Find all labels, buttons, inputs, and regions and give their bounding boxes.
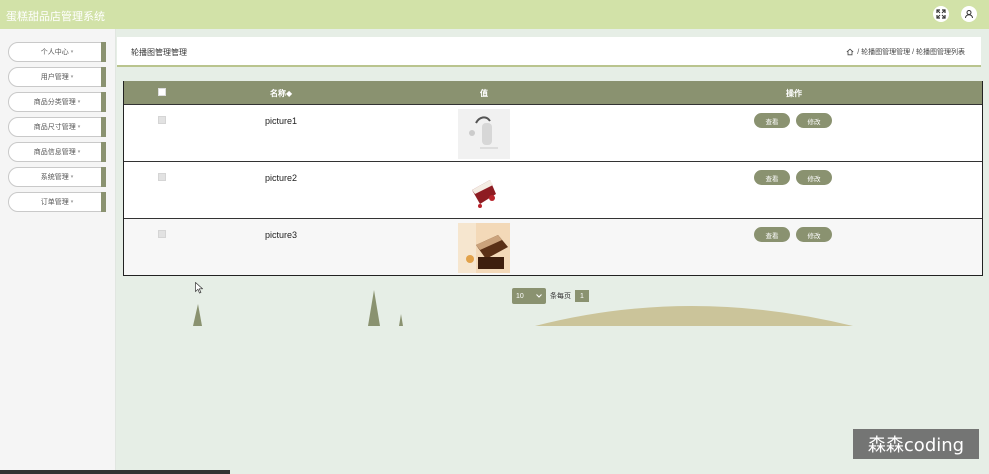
breadcrumb: / 轮播图管理管理 / 轮播图管理列表 xyxy=(846,47,965,57)
breadcrumb-level2: 轮播图管理列表 xyxy=(916,49,965,56)
app-title: 蛋糕甜品店管理系统 xyxy=(6,11,105,23)
sidebar-item-label: 商品分类管理 xyxy=(33,99,76,106)
breadcrumb-sep: / xyxy=(912,48,915,56)
page-title: 轮播图管理管理 xyxy=(131,48,187,57)
breadcrumb-sep: / xyxy=(857,48,860,56)
per-page-label: 条每页 xyxy=(550,293,571,300)
sidebar-item-system-management[interactable]: 系统管理 ▾ xyxy=(8,167,106,187)
user-icon[interactable] xyxy=(961,6,977,22)
sidebar-item-product-management[interactable]: 商品信息管理 ▾ xyxy=(8,142,106,162)
sidebar-item-category-management[interactable]: 商品分类管理 ▾ xyxy=(8,92,106,112)
row-name: picture3 xyxy=(265,230,298,240)
sidebar-item-label: 个人中心 xyxy=(40,49,69,56)
page-size-select[interactable]: 10 xyxy=(512,288,546,304)
view-button[interactable]: 查看 xyxy=(754,113,790,128)
breadcrumb-bar: 轮播图管理管理 / 轮播图管理管理 / 轮播图管理列表 xyxy=(117,37,981,67)
sidebar-item-label: 系统管理 xyxy=(40,174,69,181)
bottom-bar xyxy=(0,470,230,474)
table-row: picture1 查看 修改 xyxy=(124,104,982,161)
column-header-name[interactable]: 名称◆ xyxy=(270,88,292,99)
sidebar-item-user-management[interactable]: 用户管理 ▾ xyxy=(8,67,106,87)
edit-button[interactable]: 修改 xyxy=(796,113,832,128)
chevron-down-icon: ▾ xyxy=(77,124,81,130)
column-header-actions: 操作 xyxy=(786,89,802,98)
breadcrumb-level1[interactable]: 轮播图管理管理 xyxy=(861,47,910,57)
sidebar-item-label: 商品尺寸管理 xyxy=(33,124,76,131)
table-row: picture3 查看 修改 xyxy=(124,218,982,275)
select-all-checkbox[interactable] xyxy=(158,88,166,96)
sidebar-item-size-management[interactable]: 商品尺寸管理 ▾ xyxy=(8,117,106,137)
row-checkbox[interactable] xyxy=(158,173,166,181)
chevron-down-icon: ▾ xyxy=(77,99,81,105)
edit-button[interactable]: 修改 xyxy=(796,227,832,242)
sidebar-item-label: 用户管理 xyxy=(40,74,69,81)
row-name: picture2 xyxy=(265,173,298,183)
mouse-cursor-icon xyxy=(195,282,203,294)
fullscreen-icon[interactable] xyxy=(933,6,949,22)
sidebar-item-order-management[interactable]: 订单管理 ▾ xyxy=(8,192,106,212)
cake-bottle-image xyxy=(458,109,510,159)
home-icon[interactable] xyxy=(846,48,854,56)
chevron-down-icon: ▾ xyxy=(70,74,74,80)
chocolate-cake-image xyxy=(458,223,510,273)
page-size-value: 10 xyxy=(516,292,524,300)
carousel-table: 名称◆ 值 操作 picture1 查看 修改 picture2 查看 修改 p… xyxy=(123,81,983,276)
red-velvet-cake-image xyxy=(458,166,510,216)
chevron-down-icon: ▾ xyxy=(77,149,81,155)
table-row: picture2 查看 修改 xyxy=(124,161,982,218)
watermark: 森森coding xyxy=(853,429,979,459)
row-name: picture1 xyxy=(265,116,298,126)
view-button[interactable]: 查看 xyxy=(754,170,790,185)
top-header: 蛋糕甜品店管理系统 xyxy=(0,0,989,29)
page-number-current[interactable]: 1 xyxy=(575,290,589,302)
chevron-down-icon: ▾ xyxy=(70,174,74,180)
pagination: 10 条每页 1 xyxy=(512,288,589,304)
edit-button[interactable]: 修改 xyxy=(796,170,832,185)
sidebar-item-personal-center[interactable]: 个人中心 ▾ xyxy=(8,42,106,62)
view-button[interactable]: 查看 xyxy=(754,227,790,242)
sidebar-item-label: 商品信息管理 xyxy=(33,149,76,156)
row-checkbox[interactable] xyxy=(158,230,166,238)
sidebar-item-label: 订单管理 xyxy=(40,199,69,206)
column-header-value: 值 xyxy=(480,89,488,98)
chevron-down-icon xyxy=(536,294,542,298)
row-checkbox[interactable] xyxy=(158,116,166,124)
table-header: 名称◆ 值 操作 xyxy=(124,81,982,104)
chevron-down-icon: ▾ xyxy=(70,49,74,55)
sidebar: 个人中心 ▾ 用户管理 ▾ 商品分类管理 ▾ 商品尺寸管理 ▾ 商品信息管理 ▾ 系统管理… xyxy=(0,29,116,474)
chevron-down-icon: ▾ xyxy=(70,199,74,205)
